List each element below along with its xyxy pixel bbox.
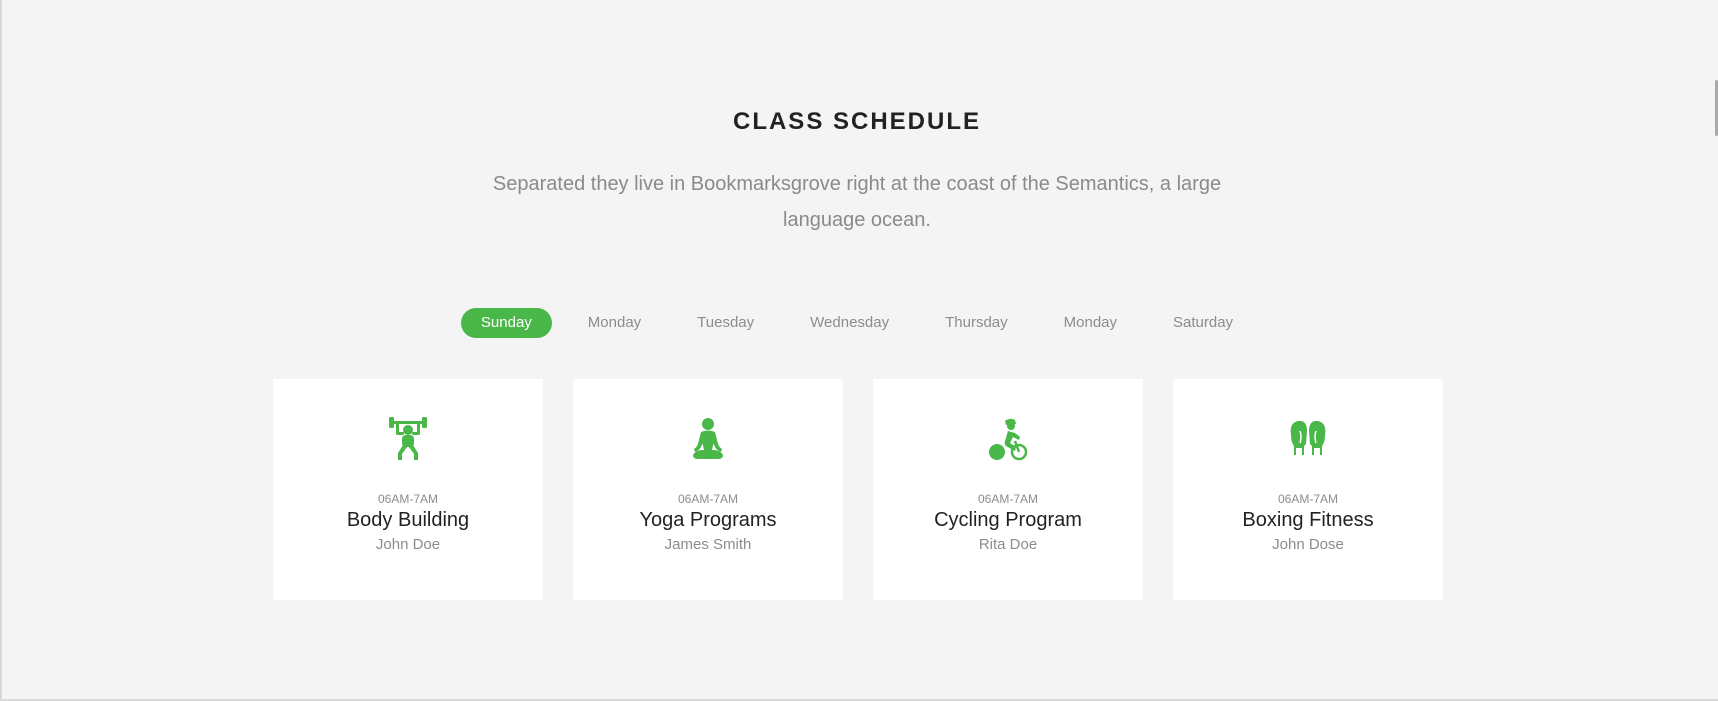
class-time: 06AM-7AM [977, 492, 1039, 506]
class-name: Cycling Program [934, 509, 1082, 531]
section-title: CLASS SCHEDULE [732, 108, 982, 135]
class-cards: 06AM-7AM Body Building John Doe 06AM-7AM… [273, 379, 1443, 600]
tab-thursday[interactable]: Thursday [925, 308, 1028, 338]
class-name: Yoga Programs [639, 509, 777, 531]
class-time: 06AM-7AM [1277, 492, 1339, 506]
day-tabs: Sunday Monday Tuesday Wednesday Thursday… [0, 308, 1714, 338]
class-time: 06AM-7AM [377, 492, 439, 506]
class-trainer: James Smith [664, 536, 752, 553]
tab-wednesday[interactable]: Wednesday [790, 308, 909, 338]
weightlifting-icon [388, 417, 428, 461]
class-card[interactable]: 06AM-7AM Yoga Programs James Smith [573, 379, 843, 600]
cycling-icon [988, 417, 1028, 461]
section-subtitle: Separated they live in Bookmarksgrove ri… [492, 173, 1222, 231]
class-trainer: John Dose [1272, 536, 1344, 553]
yoga-icon [688, 417, 728, 461]
class-name: Body Building [346, 509, 470, 531]
class-card[interactable]: 06AM-7AM Body Building John Doe [273, 379, 543, 600]
tab-tuesday[interactable]: Tuesday [677, 308, 774, 338]
class-trainer: Rita Doe [978, 536, 1038, 553]
tab-sunday[interactable]: Sunday [460, 308, 552, 338]
class-time: 06AM-7AM [677, 492, 739, 506]
class-name: Boxing Fitness [1242, 509, 1374, 531]
class-card[interactable]: 06AM-7AM Cycling Program Rita Doe [873, 379, 1143, 600]
tab-monday[interactable]: Monday [568, 308, 661, 338]
class-schedule-section: CLASS SCHEDULE Separated they live in Bo… [0, 0, 1718, 701]
tab-saturday[interactable]: Saturday [1153, 308, 1253, 338]
class-trainer: John Doe [375, 536, 441, 553]
boxing-gloves-icon [1288, 417, 1328, 461]
class-card[interactable]: 06AM-7AM Boxing Fitness John Dose [1173, 379, 1443, 600]
tab-monday-2[interactable]: Monday [1044, 308, 1137, 338]
